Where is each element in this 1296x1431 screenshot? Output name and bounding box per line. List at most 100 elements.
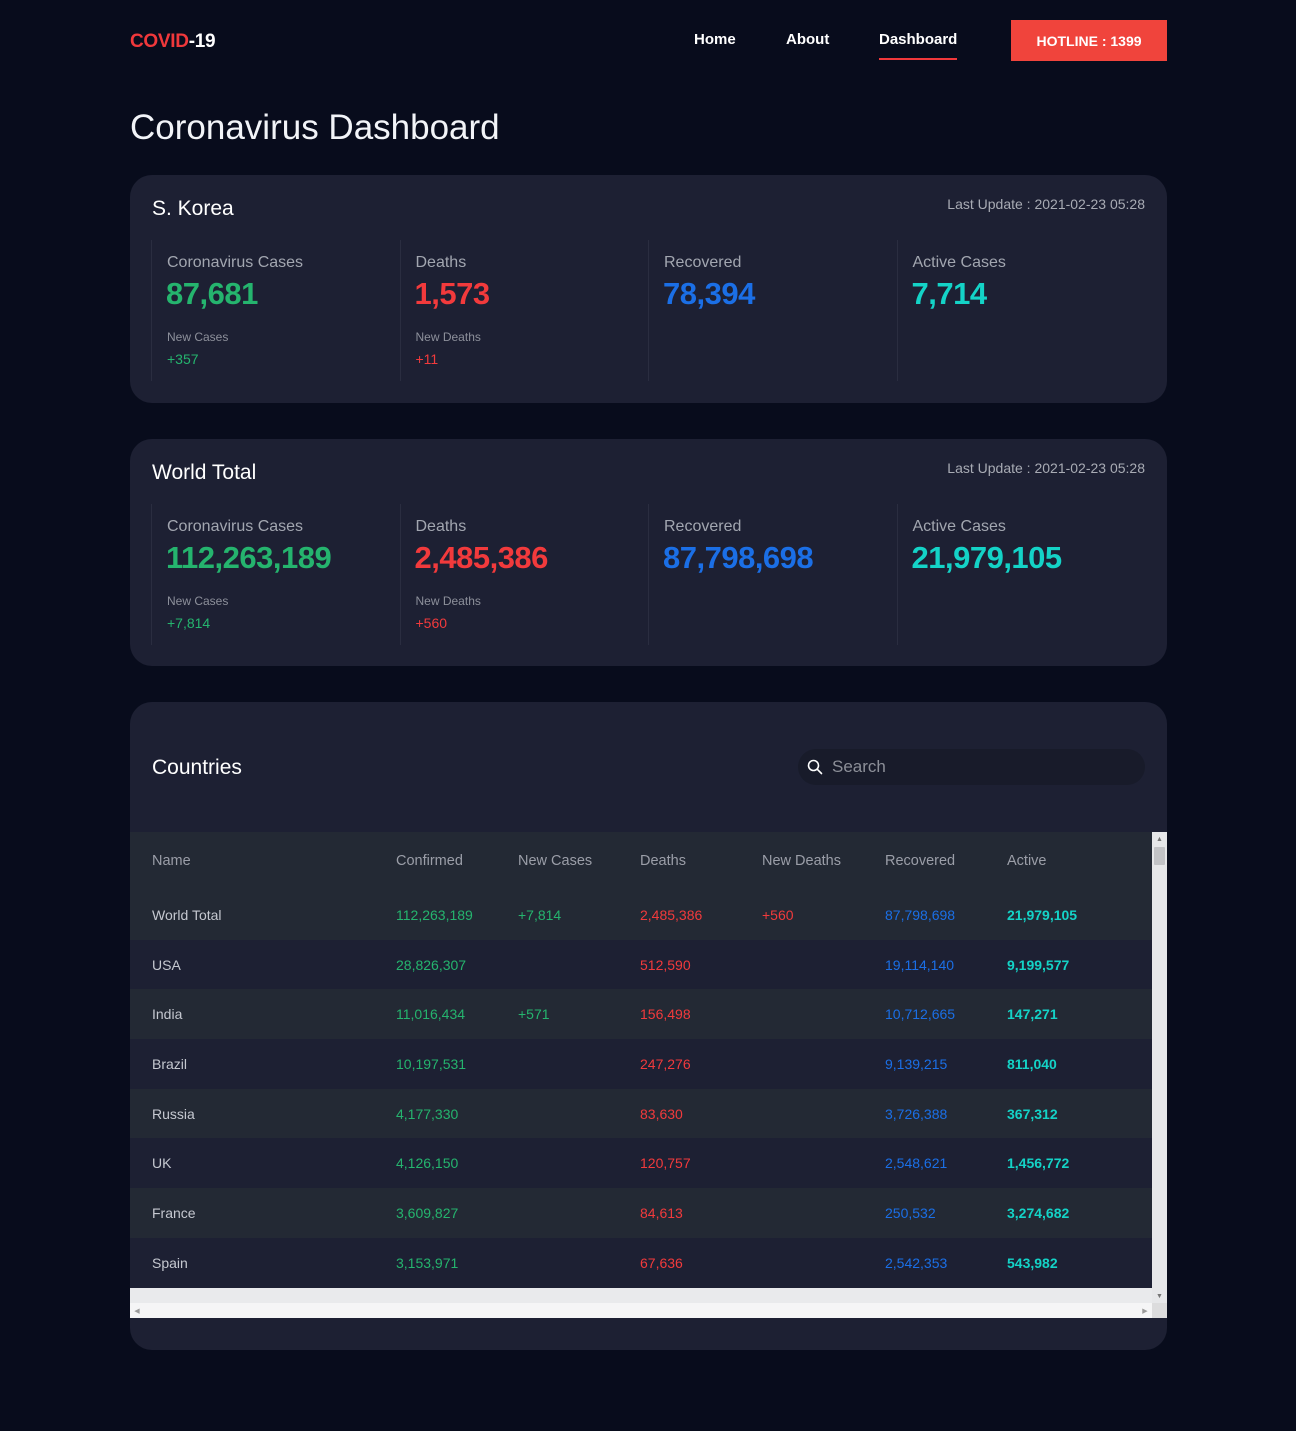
cell-new-cases [518, 1088, 640, 1139]
cell-recovered: 250,532 [885, 1188, 1007, 1238]
scroll-left-arrow-icon[interactable]: ◀ [130, 1303, 144, 1318]
cell-deaths: 83,630 [640, 1088, 762, 1139]
table-row[interactable]: Brazil 10,197,531 247,276 9,139,215 811,… [130, 1039, 1152, 1089]
table-header-row: Name Confirmed New Cases Deaths New Deat… [130, 832, 1152, 890]
stat-recovered: Recovered 87,798,698 [648, 504, 897, 645]
cell-new-deaths [762, 989, 885, 1040]
horizontal-scrollbar[interactable]: ◀ ▶ [130, 1303, 1152, 1318]
stats-row: Coronavirus Cases 112,263,189 New Cases … [151, 504, 1145, 645]
last-update: Last Update : 2021-02-23 05:28 [947, 460, 1145, 476]
cell-new-cases: +7,814 [518, 890, 640, 940]
table-row[interactable]: UK 4,126,150 120,757 2,548,621 1,456,772 [130, 1138, 1152, 1189]
cell-new-deaths [762, 1138, 885, 1189]
cell-name: India [130, 989, 396, 1040]
cell-active: 3,274,682 [1007, 1188, 1152, 1238]
stat-deaths: Deaths 1,573 New Deaths +11 [399, 240, 649, 381]
cell-recovered: 3,726,388 [885, 1088, 1007, 1139]
cell-name: Russia [130, 1088, 396, 1139]
cell-confirmed: 11,016,434 [396, 989, 518, 1040]
cell-recovered: 10,712,665 [885, 989, 1007, 1040]
stat-deaths: Deaths 2,485,386 New Deaths +560 [399, 504, 649, 645]
column-header-new-cases[interactable]: New Cases [518, 832, 640, 890]
cell-active: 543,982 [1007, 1237, 1152, 1288]
nav-link-home[interactable]: Home [694, 31, 736, 48]
stat-label: Active Cases [912, 518, 1006, 535]
cell-recovered: 9,139,215 [885, 1039, 1007, 1089]
nav-link-about[interactable]: About [786, 31, 829, 48]
stat-value: 87,681 [166, 276, 258, 311]
cell-name: World Total [130, 890, 396, 940]
table-row[interactable]: Spain 3,153,971 67,636 2,542,353 543,982 [130, 1237, 1152, 1288]
cell-confirmed: 112,263,189 [396, 890, 518, 940]
stat-label: Deaths [415, 518, 467, 535]
stat-value: 78,394 [663, 276, 755, 311]
cell-recovered: 19,114,140 [885, 939, 1007, 990]
vertical-scrollbar[interactable]: ▲ ▼ [1152, 832, 1167, 1303]
cell-confirmed: 4,177,330 [396, 1088, 518, 1139]
logo-part-covid: COVID [130, 31, 189, 52]
nav-link-dashboard[interactable]: Dashboard [879, 31, 958, 60]
cell-confirmed: 3,153,971 [396, 1237, 518, 1288]
countries-card: Countries Name Confirmed New Cases Death… [130, 702, 1167, 1350]
column-header-deaths[interactable]: Deaths [640, 832, 762, 890]
table-row[interactable]: Russia 4,177,330 83,630 3,726,388 367,31… [130, 1088, 1152, 1139]
column-header-confirmed[interactable]: Confirmed [396, 832, 518, 890]
card-title: S. Korea [152, 197, 234, 220]
table-row[interactable]: USA 28,826,307 512,590 19,114,140 9,199,… [130, 939, 1152, 990]
cell-active: 1,456,772 [1007, 1138, 1152, 1189]
scroll-up-arrow-icon[interactable]: ▲ [1152, 832, 1167, 846]
table-row[interactable]: India 11,016,434 +571 156,498 10,712,665… [130, 989, 1152, 1040]
column-header-name[interactable]: Name [130, 832, 396, 890]
stat-label: Active Cases [912, 254, 1006, 271]
cell-new-cases: +571 [518, 989, 640, 1040]
cell-deaths: 2,485,386 [640, 890, 762, 940]
stat-sub-label: New Cases [167, 330, 229, 344]
world-stats-card: World Total Last Update : 2021-02-23 05:… [130, 439, 1167, 666]
cell-active: 367,312 [1007, 1088, 1152, 1139]
column-header-recovered[interactable]: Recovered [885, 832, 1007, 890]
cell-new-deaths [762, 1088, 885, 1139]
scrollbar-corner [1152, 1303, 1167, 1318]
table-row[interactable]: France 3,609,827 84,613 250,532 3,274,68… [130, 1188, 1152, 1238]
hotline-button[interactable]: HOTLINE : 1399 [1011, 20, 1167, 61]
column-header-new-deaths[interactable]: New Deaths [762, 832, 885, 890]
cell-name: UK [130, 1138, 396, 1189]
cell-new-deaths: +560 [762, 890, 885, 940]
cell-new-cases [518, 1138, 640, 1189]
scroll-right-arrow-icon[interactable]: ▶ [1138, 1303, 1152, 1318]
cell-name: Brazil [130, 1039, 396, 1089]
stat-active: Active Cases 21,979,105 [896, 504, 1146, 645]
stat-cases: Coronavirus Cases 112,263,189 New Cases … [151, 504, 400, 645]
last-update: Last Update : 2021-02-23 05:28 [947, 196, 1145, 212]
cell-new-cases [518, 1188, 640, 1238]
stat-value: 21,979,105 [911, 540, 1063, 575]
page-title: Coronavirus Dashboard [130, 108, 500, 147]
stat-value: 2,485,386 [414, 540, 549, 575]
scroll-down-arrow-icon[interactable]: ▼ [1152, 1289, 1167, 1303]
cell-recovered: 2,548,621 [885, 1138, 1007, 1189]
cell-recovered: 87,798,698 [885, 890, 1007, 940]
search-icon [807, 759, 823, 775]
cell-new-deaths [762, 1188, 885, 1238]
search-box[interactable] [798, 749, 1145, 785]
search-input[interactable] [832, 749, 1132, 785]
cell-active: 147,271 [1007, 989, 1152, 1040]
cell-active: 811,040 [1007, 1039, 1152, 1089]
cell-name: USA [130, 939, 396, 990]
cell-deaths: 67,636 [640, 1237, 762, 1288]
stat-sub-value: +357 [167, 351, 199, 367]
cell-deaths: 247,276 [640, 1039, 762, 1089]
cell-new-cases [518, 1237, 640, 1288]
stat-sub-label: New Deaths [415, 594, 481, 608]
scrollbar-thumb[interactable] [1154, 847, 1165, 865]
logo[interactable]: COVID-19 [130, 31, 216, 53]
countries-title: Countries [152, 756, 242, 779]
countries-table: Name Confirmed New Cases Deaths New Deat… [130, 832, 1152, 1288]
table-row[interactable]: World Total 112,263,189 +7,814 2,485,386… [130, 890, 1152, 940]
stat-label: Coronavirus Cases [167, 518, 304, 535]
stat-active: Active Cases 7,714 [896, 240, 1146, 381]
table-scroll-area[interactable]: Name Confirmed New Cases Deaths New Deat… [130, 832, 1152, 1303]
cell-recovered: 2,542,353 [885, 1237, 1007, 1288]
stat-value: 87,798,698 [663, 540, 814, 575]
column-header-active[interactable]: Active [1007, 832, 1152, 890]
